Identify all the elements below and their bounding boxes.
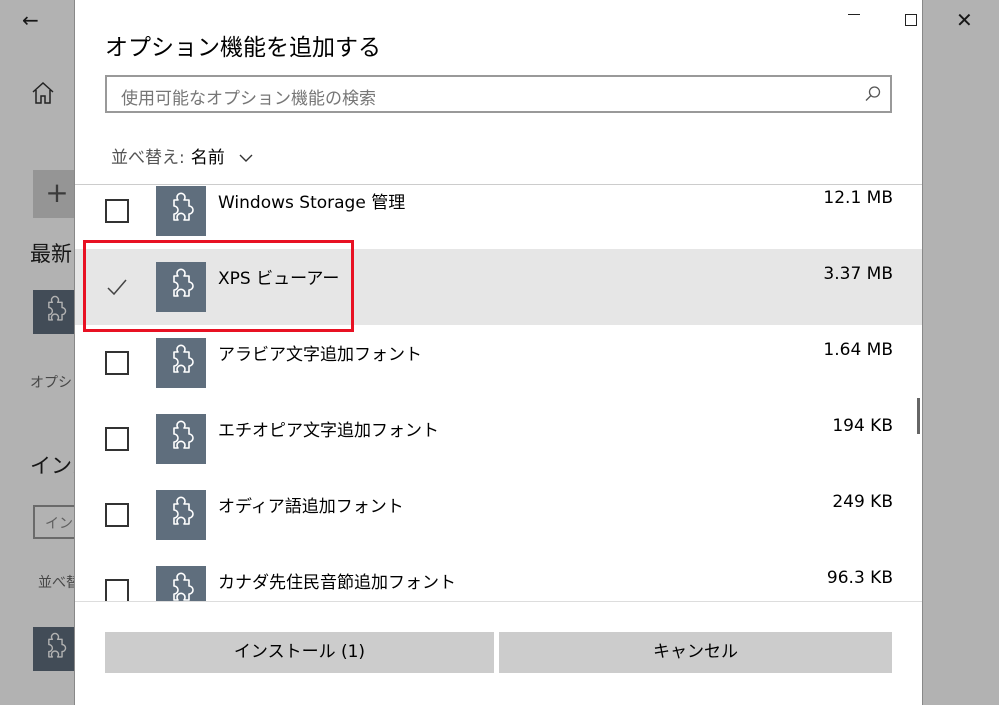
checkbox[interactable] (105, 579, 129, 601)
feature-name: エチオピア文字追加フォント (218, 421, 439, 441)
minimize-icon[interactable] (848, 14, 860, 15)
feature-name: アラビア文字追加フォント (218, 345, 422, 365)
list-item[interactable]: オディア語追加フォント 249 KB (75, 477, 922, 553)
search-placeholder: 使用可能なオプション機能の検索 (121, 89, 376, 109)
scrollbar-thumb[interactable] (917, 398, 920, 434)
puzzle-icon (156, 186, 206, 236)
sort-dropdown[interactable]: 並べ替え: 名前 (111, 143, 254, 168)
chevron-down-icon (239, 154, 253, 162)
checkbox[interactable] (105, 503, 129, 527)
list-item[interactable]: エチオピア文字追加フォント 194 KB (75, 401, 922, 477)
list-item[interactable]: アラビア文字追加フォント 1.64 MB (75, 325, 922, 401)
puzzle-icon (156, 414, 206, 464)
feature-name: Windows Storage 管理 (218, 193, 406, 213)
feature-size: 96.3 KB (826, 568, 893, 588)
feature-size: 1.64 MB (823, 340, 893, 360)
sort-label: 並べ替え: (111, 148, 185, 168)
dialog-title: オプション機能を追加する (105, 35, 381, 61)
list-item[interactable]: カナダ先住民音節追加フォント 96.3 KB (75, 553, 922, 601)
install-button[interactable]: インストール (1) (105, 632, 494, 673)
feature-size: 249 KB (832, 492, 893, 512)
feature-size: 3.37 MB (823, 264, 893, 284)
checkbox[interactable] (105, 199, 129, 223)
checkbox[interactable] (105, 351, 129, 375)
puzzle-icon (156, 566, 206, 601)
cancel-button[interactable]: キャンセル (499, 632, 892, 673)
feature-size: 12.1 MB (823, 188, 893, 208)
add-optional-feature-dialog: オプション機能を追加する 使用可能なオプション機能の検索 並べ替え: 名前 Win… (75, 0, 922, 705)
puzzle-icon (156, 490, 206, 540)
annotation-highlight (83, 240, 354, 332)
sort-value: 名前 (190, 148, 225, 168)
checkbox[interactable] (105, 427, 129, 451)
search-icon[interactable] (864, 85, 882, 103)
divider (75, 601, 922, 602)
maximize-icon[interactable] (905, 14, 917, 26)
search-input[interactable]: 使用可能なオプション機能の検索 (105, 75, 892, 113)
feature-size: 194 KB (832, 416, 893, 436)
puzzle-icon (156, 338, 206, 388)
feature-name: オディア語追加フォント (218, 497, 404, 517)
feature-name: カナダ先住民音節追加フォント (218, 573, 456, 593)
